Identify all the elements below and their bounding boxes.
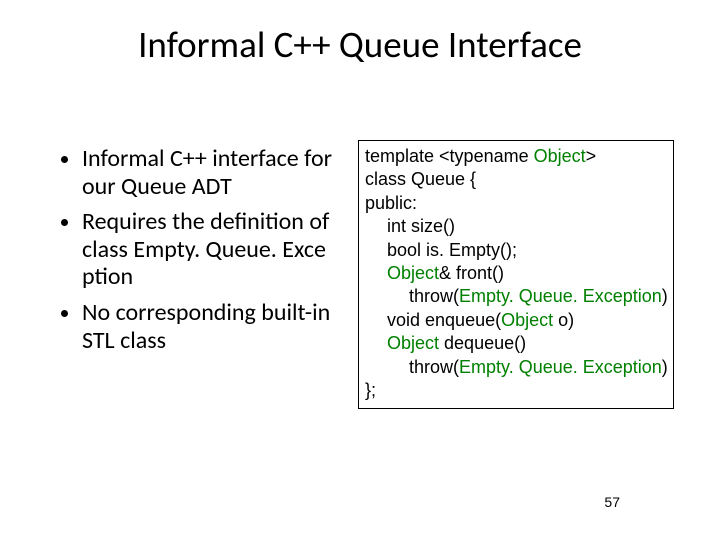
code-line: template <typename Object> [365, 145, 667, 168]
code-line: Object& front() [365, 262, 667, 285]
code-line: class Queue { [365, 168, 667, 191]
code-text: template <typename [365, 146, 534, 166]
bullet-list: Informal C++ interface for our Queue ADT… [60, 145, 340, 362]
code-text: void enqueue( [387, 310, 501, 330]
code-type: Object [534, 146, 586, 166]
code-line: public: [365, 192, 667, 215]
code-text: o) [553, 310, 574, 330]
code-type: Object [387, 263, 439, 283]
slide: Informal C++ Queue Interface Informal C+… [0, 0, 720, 540]
code-text: ) [662, 286, 668, 306]
code-box: template <typename Object> class Queue {… [358, 140, 674, 409]
code-line: bool is. Empty(); [365, 239, 667, 262]
bullet-item: No corresponding built-in STL class [82, 299, 340, 354]
code-type: Object [501, 310, 553, 330]
page-number: 57 [604, 494, 620, 510]
code-line: }; [365, 379, 667, 402]
code-text: throw( [409, 286, 459, 306]
code-line: int size() [365, 215, 667, 238]
slide-title: Informal C++ Queue Interface [0, 22, 720, 67]
bullet-item: Requires the definition of class Empty. … [82, 208, 340, 291]
code-text: ) [662, 357, 668, 377]
code-type: Empty. Queue. Exception [459, 357, 662, 377]
code-text: throw( [409, 357, 459, 377]
code-line: throw(Empty. Queue. Exception) [365, 356, 667, 379]
code-line: void enqueue(Object o) [365, 309, 667, 332]
code-text: > [586, 146, 597, 166]
code-type: Object [387, 333, 439, 353]
code-text: & front() [439, 263, 504, 283]
code-line: Object dequeue() [365, 332, 667, 355]
bullet-item: Informal C++ interface for our Queue ADT [82, 145, 340, 200]
code-text: dequeue() [439, 333, 526, 353]
code-line: throw(Empty. Queue. Exception) [365, 285, 667, 308]
code-type: Empty. Queue. Exception [459, 286, 662, 306]
